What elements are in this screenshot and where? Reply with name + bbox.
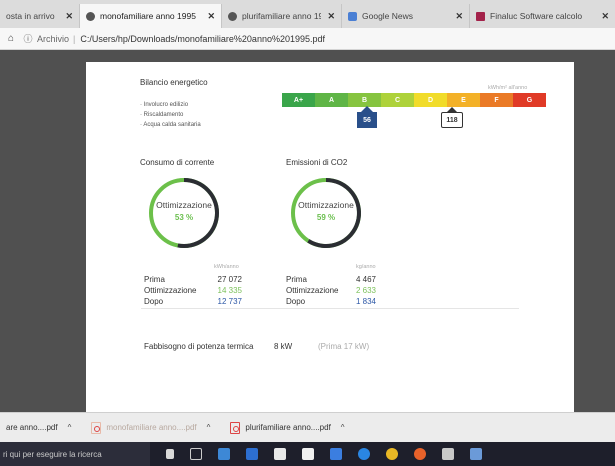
fabbisogno-value: 8 kW xyxy=(274,342,293,351)
firefox-icon[interactable] xyxy=(414,448,426,460)
bilancio-item: · Acqua calda sanitaria xyxy=(140,122,201,128)
energy-class-segment: A+ xyxy=(282,93,315,107)
site-label: Archivio xyxy=(37,33,70,44)
bilancio-item: · Riscaldamento xyxy=(140,112,184,118)
bilancio-title: Bilancio energetico xyxy=(140,78,208,87)
consumo-row-label: Prima xyxy=(144,275,165,284)
taskbar-search[interactable]: ri qui per eseguire la ricerca xyxy=(0,442,150,466)
pdf-file-icon xyxy=(91,421,102,434)
mail-icon[interactable] xyxy=(302,448,314,460)
consumo-row-value: 27 072 xyxy=(217,275,242,284)
close-icon[interactable]: ✕ xyxy=(601,11,609,22)
tab-finaluc[interactable]: Finaluc Software calcolo ✕ xyxy=(470,4,615,28)
close-icon[interactable]: ✕ xyxy=(327,11,335,22)
tab-title: Google News xyxy=(362,11,414,21)
news-icon xyxy=(348,11,357,21)
close-icon[interactable]: ✕ xyxy=(207,11,215,22)
download-name: are anno....pdf xyxy=(6,423,58,432)
mic-icon[interactable] xyxy=(166,449,174,459)
bilancio-unit: kWh/m² all'anno xyxy=(488,85,528,91)
consumo-row-label: Dopo xyxy=(144,297,164,306)
settings-icon[interactable] xyxy=(442,448,454,460)
energy-class-segment: E xyxy=(447,93,480,107)
consumo-title: Consumo di corrente xyxy=(140,158,215,167)
emissioni-row-label: Dopo xyxy=(286,297,306,306)
explorer-icon[interactable] xyxy=(330,448,342,460)
finance-icon xyxy=(476,11,485,21)
fabbisogno-label: Fabbisogno di potenza termica xyxy=(144,342,254,351)
pdf-viewer[interactable]: Bilancio energetico kWh/m² all'anno · In… xyxy=(0,50,615,412)
energy-class-segment: C xyxy=(381,93,414,107)
close-icon[interactable]: ✕ xyxy=(455,11,463,22)
emissioni-unit: kg/anno xyxy=(356,264,376,270)
consumo-gauge-value: 53 % xyxy=(174,213,194,222)
emissioni-row-label: Prima xyxy=(286,275,307,284)
pdf-file-icon xyxy=(230,421,241,434)
tab-google-news[interactable]: Google News ✕ xyxy=(342,4,470,28)
emissioni-row-label: Ottimizzazione xyxy=(286,286,339,295)
emissioni-title: Emissioni di CO2 xyxy=(286,158,348,167)
taskbar: ri qui per eseguire la ricerca xyxy=(0,442,615,466)
tab-strip: osta in arrivo ✕ monofamiliare anno 1995… xyxy=(0,0,615,28)
emissioni-row-value: 2 633 xyxy=(355,286,376,295)
tab-title: plurifamiliare anno 1960.p xyxy=(242,11,321,21)
energy-class-segment: D xyxy=(414,93,447,107)
home-icon[interactable]: ⌂ xyxy=(0,33,22,44)
info-icon[interactable]: ⓘ xyxy=(22,32,34,45)
consumo-row-label: Ottimizzazione xyxy=(144,286,197,295)
energy-class-segment: B xyxy=(348,93,381,107)
bilancio-item: · Involucro edilizio xyxy=(140,102,189,108)
download-name: monofamiliare anno....pdf xyxy=(106,423,197,432)
download-item[interactable]: monofamiliare anno....pdf ^ xyxy=(91,421,211,434)
edge-icon[interactable] xyxy=(246,448,258,460)
desktop-icon[interactable] xyxy=(218,448,230,460)
download-item[interactable]: are anno....pdf ^ xyxy=(6,423,71,432)
tab-title: Finaluc Software calcolo xyxy=(490,11,583,21)
chevron-up-icon[interactable]: ^ xyxy=(207,423,211,432)
download-name: plurifamiliare anno....pdf xyxy=(245,423,331,432)
address-bar[interactable]: ⌂ ⓘ Archivio | C:/Users/hp/Downloads/mon… xyxy=(0,28,615,50)
globe-icon xyxy=(86,11,95,21)
fabbisogno-prima: (Prima 17 kW) xyxy=(318,342,370,351)
emissioni-gauge-label: Ottimizzazione xyxy=(298,200,354,210)
emissioni-gauge-value: 59 % xyxy=(316,213,336,222)
url-text[interactable]: C:/Users/hp/Downloads/monofamiliare%20an… xyxy=(80,34,325,44)
tab-title: osta in arrivo xyxy=(6,11,55,21)
chevron-up-icon[interactable]: ^ xyxy=(341,423,345,432)
chrome-icon[interactable] xyxy=(386,448,398,460)
separator: | xyxy=(73,33,76,44)
consumo-row-value: 12 737 xyxy=(217,297,242,306)
ie-icon[interactable] xyxy=(358,448,370,460)
tab-mail[interactable]: osta in arrivo ✕ xyxy=(0,4,80,28)
photos-icon[interactable] xyxy=(470,448,482,460)
emissioni-row-value: 4 467 xyxy=(355,275,376,284)
consumo-row-value: 14 335 xyxy=(217,286,242,295)
tab-title: monofamiliare anno 1995 xyxy=(100,11,196,21)
emissioni-row-value: 1 834 xyxy=(355,297,376,306)
pdf-page: Bilancio energetico kWh/m² all'anno · In… xyxy=(86,62,574,412)
tab-plurifamiliare[interactable]: plurifamiliare anno 1960.p ✕ xyxy=(222,4,342,28)
download-item[interactable]: plurifamiliare anno....pdf ^ xyxy=(230,421,345,434)
current-class-marker: 56 xyxy=(357,106,377,128)
tab-monofamiliare[interactable]: monofamiliare anno 1995 ✕ xyxy=(80,4,222,28)
energy-class-segment: F xyxy=(480,93,513,107)
download-shelf: are anno....pdf ^ monofamiliare anno....… xyxy=(0,412,615,442)
section-divider xyxy=(141,308,519,309)
energy-class-segment: A xyxy=(315,93,348,107)
globe-icon xyxy=(228,11,237,21)
task-view-icon[interactable] xyxy=(190,448,202,460)
consumo-unit: kWh/anno xyxy=(214,264,239,270)
browser-window: osta in arrivo ✕ monofamiliare anno 1995… xyxy=(0,0,615,466)
reference-class-marker: 118 xyxy=(441,107,463,128)
energy-class-bar: A+ A B C D E F G xyxy=(282,93,546,107)
close-icon[interactable]: ✕ xyxy=(65,11,73,22)
store-icon[interactable] xyxy=(274,448,286,460)
consumo-gauge-label: Ottimizzazione xyxy=(156,200,212,210)
chevron-up-icon[interactable]: ^ xyxy=(68,423,72,432)
energy-class-segment: G xyxy=(513,93,546,107)
